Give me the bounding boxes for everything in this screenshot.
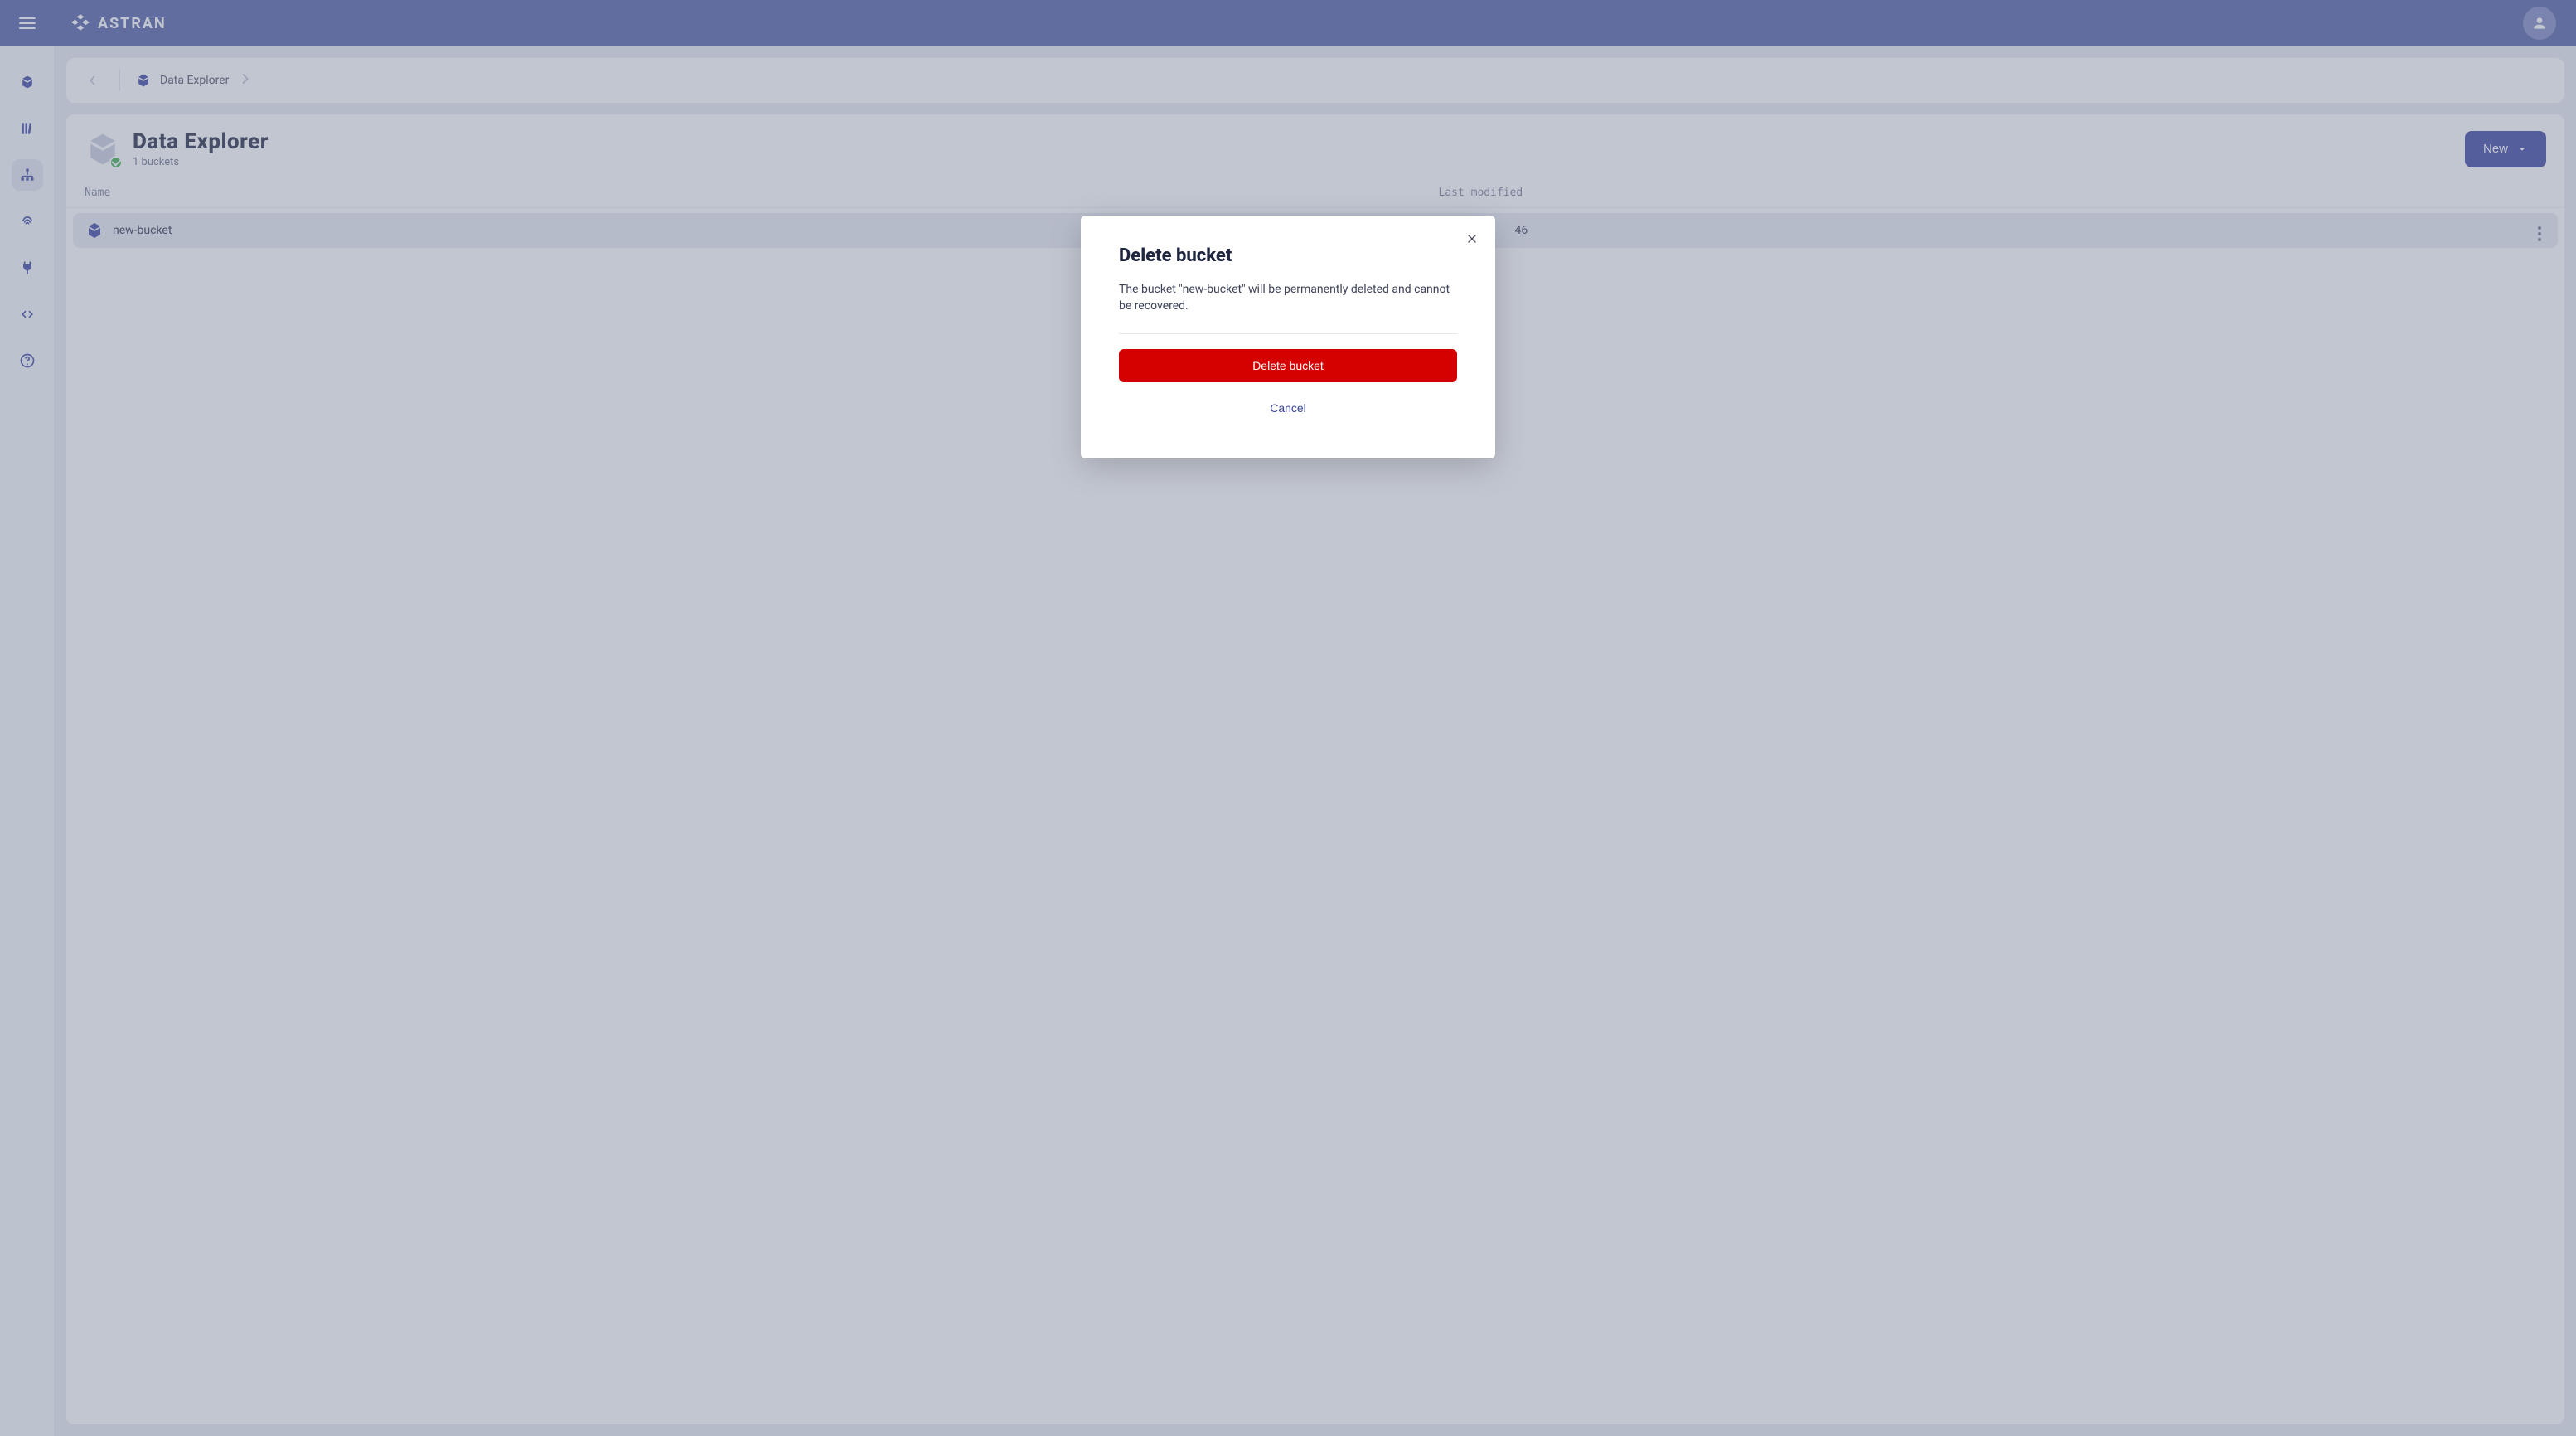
modal-close-button[interactable] bbox=[1460, 227, 1484, 250]
modal-body: The bucket "new-bucket" will be permanen… bbox=[1119, 281, 1457, 315]
modal-divider bbox=[1119, 333, 1457, 334]
delete-bucket-modal: Delete bucket The bucket "new-bucket" wi… bbox=[1081, 216, 1495, 458]
modal-title: Delete bucket bbox=[1119, 245, 1457, 266]
confirm-delete-button[interactable]: Delete bucket bbox=[1119, 349, 1457, 382]
cancel-button[interactable]: Cancel bbox=[1119, 394, 1457, 422]
modal-overlay[interactable]: Delete bucket The bucket "new-bucket" wi… bbox=[0, 0, 2576, 1436]
close-icon bbox=[1465, 232, 1479, 245]
